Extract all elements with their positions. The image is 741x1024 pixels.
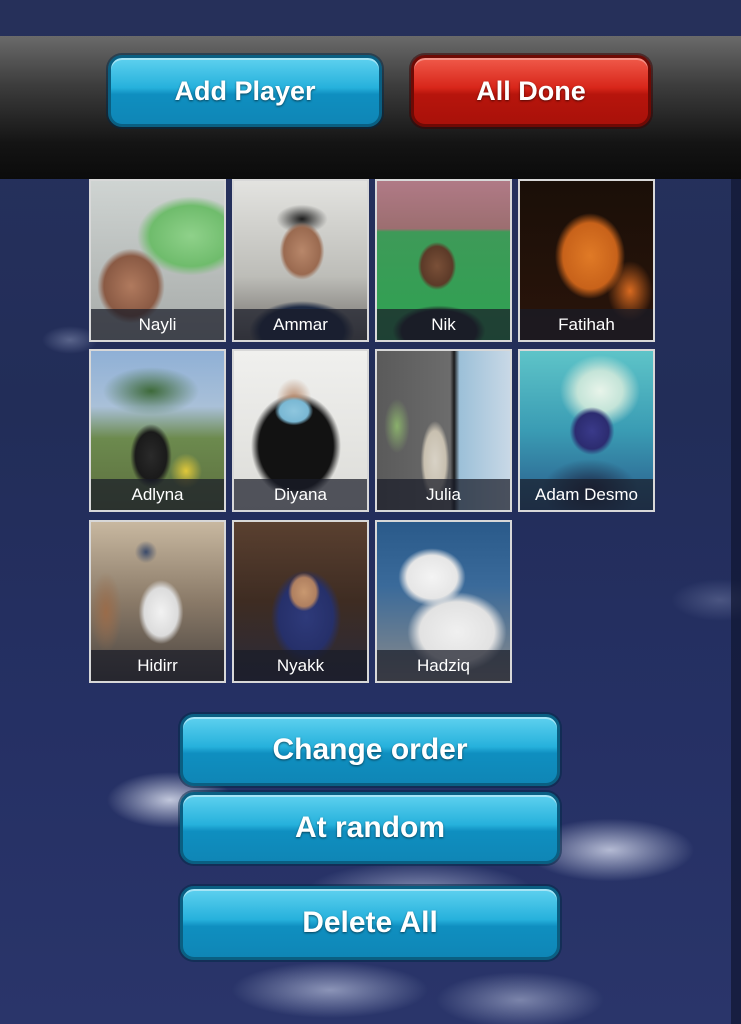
change-order-button[interactable]: Change order — [180, 714, 560, 786]
player-name: Fatihah — [520, 309, 653, 340]
at-random-button[interactable]: At random — [180, 792, 560, 864]
all-done-button[interactable]: All Done — [411, 55, 651, 127]
player-name: Adlyna — [91, 479, 224, 510]
player-tile-nayli[interactable]: Nayli — [89, 179, 226, 342]
player-tile-adlyna[interactable]: Adlyna — [89, 349, 226, 512]
player-name: Julia — [377, 479, 510, 510]
player-tile-nyakk[interactable]: Nyakk — [232, 520, 369, 683]
top-strip — [0, 0, 741, 36]
player-tile-adam-desmo[interactable]: Adam Desmo — [518, 349, 655, 512]
player-tile-fatihah[interactable]: Fatihah — [518, 179, 655, 342]
player-name: Nyakk — [234, 650, 367, 681]
player-tile-nik[interactable]: Nik — [375, 179, 512, 342]
add-player-button[interactable]: Add Player — [108, 55, 382, 127]
player-tile-hidirr[interactable]: Hidirr — [89, 520, 226, 683]
player-tile-diyana[interactable]: Diyana — [232, 349, 369, 512]
player-name: Adam Desmo — [520, 479, 653, 510]
player-name: Diyana — [234, 479, 367, 510]
player-name: Hidirr — [91, 650, 224, 681]
player-tile-hadziq[interactable]: Hadziq — [375, 520, 512, 683]
player-name: Ammar — [234, 309, 367, 340]
player-name: Nayli — [91, 309, 224, 340]
player-name: Nik — [377, 309, 510, 340]
player-name: Hadziq — [377, 650, 510, 681]
player-tile-julia[interactable]: Julia — [375, 349, 512, 512]
player-tile-ammar[interactable]: Ammar — [232, 179, 369, 342]
delete-all-button[interactable]: Delete All — [180, 886, 560, 960]
